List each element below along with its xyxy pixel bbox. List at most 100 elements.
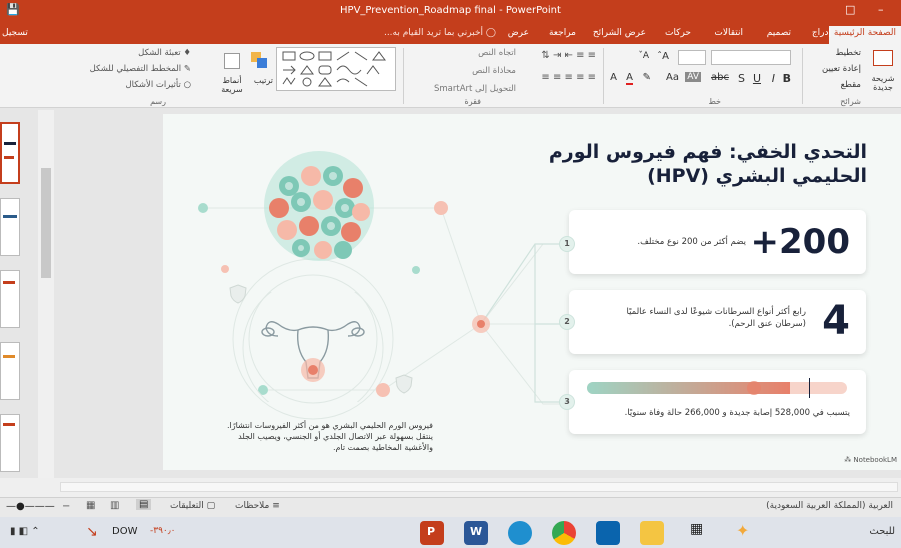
strikethrough-icon[interactable]: abc	[711, 72, 729, 83]
taskbar-tray-icons[interactable]: ▮ ◧ ⌃	[10, 526, 40, 537]
arrange-shape-b	[257, 58, 267, 68]
thumbnail-slide[interactable]	[0, 198, 20, 256]
scrollbar-thumb[interactable]	[41, 168, 51, 278]
watermark: ⁂ NotebookLM	[844, 456, 897, 464]
thumbnail-slide-current[interactable]	[0, 122, 20, 184]
text-direction-button[interactable]: اتجاه النص	[478, 48, 516, 58]
copilot-sparkle-icon[interactable]: ✦	[736, 521, 749, 540]
h-scroll-track[interactable]	[60, 482, 898, 492]
stat-rank-text: رابع أكثر أنواع السرطانات شيوعًا لدى الن…	[626, 307, 806, 329]
taskbar-search[interactable]: للبحث	[869, 526, 895, 537]
grow-font-icon[interactable]: Aˆ	[657, 51, 669, 62]
tab-home[interactable]: الصفحة الرئيسية	[828, 26, 901, 44]
normal-view-icon[interactable]: ▦	[86, 500, 95, 511]
stat-card-rank: 4 رابع أكثر أنواع السرطانات شيوعًا لدى ا…	[569, 290, 866, 354]
stat-card-cases: يتسبب في 528,000 إصابة جديدة و 266,000 ح…	[569, 370, 866, 434]
comments-label: التعليقات	[170, 501, 204, 511]
shapes-gallery-icons	[282, 51, 386, 87]
thumbnail-slide[interactable]	[0, 414, 20, 472]
ribbon-display-icon[interactable]: □	[845, 3, 855, 16]
edge-taskbar-icon[interactable]	[508, 521, 532, 545]
shape-outline-label: المخطط التفصيلي للشكل	[89, 64, 182, 74]
notes-icon: ≡	[272, 501, 280, 511]
shrink-font-icon[interactable]: Aˇ	[638, 51, 649, 61]
zoom-slider[interactable]: —●———	[6, 501, 55, 512]
task-view-icon[interactable]: ▦	[690, 521, 714, 545]
font-name-box[interactable]	[711, 50, 791, 65]
shapes-gallery[interactable]	[276, 47, 396, 91]
tab-slideshow[interactable]: عرض الشرائح	[593, 28, 646, 38]
progress-tick	[809, 378, 810, 398]
thumbnail-slide[interactable]	[0, 342, 20, 400]
font-size-box[interactable]	[678, 50, 706, 65]
notes-label: ملاحظات	[235, 501, 270, 511]
tab-view[interactable]: عرض	[508, 28, 529, 38]
highlight-icon[interactable]: ✎	[643, 72, 651, 83]
list-icons[interactable]: ≡ ≡ ⇤ ⇥ ⇅	[541, 50, 596, 61]
drawing-group-label: رسم	[150, 97, 166, 106]
language-indicator[interactable]: العربية (المملكة العربية السعودية)	[766, 501, 893, 511]
stat-rank-number: 4	[822, 298, 850, 344]
effects-icon: ○	[183, 80, 191, 90]
node-dot	[221, 265, 229, 273]
powerpoint-taskbar-icon[interactable]: P	[420, 521, 444, 545]
share-button[interactable]: تسجيل	[2, 28, 28, 38]
word-taskbar-icon[interactable]: W	[464, 521, 488, 545]
reading-view-icon[interactable]: ▤	[136, 499, 152, 510]
file-explorer-taskbar-icon[interactable]	[640, 521, 664, 545]
shape-outline-button[interactable]: ✎ المخطط التفصيلي للشكل	[90, 64, 191, 74]
shape-effects-button[interactable]: ○ تأثيرات الأشكال	[125, 80, 191, 90]
slide-canvas[interactable]: التحدي الخفي: فهم فيروس الورم الحليمي ال…	[163, 114, 901, 470]
tell-me-search[interactable]: ◯ أخبرني بما تريد القيام به...	[384, 28, 496, 38]
taskbar: ▮ ◧ ⌃ ↘ DOW -٣٩٠٫٠ P W ▦ ✦ للبحث	[0, 517, 901, 548]
font-color-icon[interactable]: A	[626, 72, 633, 85]
section-button[interactable]: مقطع	[841, 80, 861, 90]
notes-button[interactable]: ملاحظات ≡	[235, 501, 280, 511]
node-dot	[477, 320, 485, 328]
slide-title: التحدي الخفي: فهم فيروس الورم الحليمي ال…	[547, 140, 867, 188]
tab-animations[interactable]: حركات	[665, 28, 691, 38]
tab-transitions[interactable]: انتقالات	[714, 28, 743, 38]
cases-progress-bar	[587, 382, 847, 394]
underline-icon[interactable]: U	[753, 72, 761, 85]
stat-card-types: +200 يضم أكثر من 200 نوع مختلف.	[569, 210, 866, 274]
divider	[403, 48, 404, 104]
stat-cases-text: يتسبب في 528,000 إصابة جديدة و 266,000 ح…	[624, 408, 850, 418]
paint-bucket-icon: ♦	[183, 48, 191, 58]
chrome-taskbar-icon[interactable]	[552, 521, 576, 545]
change-case-icon[interactable]: Aa	[666, 72, 679, 83]
shadow-icon[interactable]: S	[738, 72, 745, 85]
char-spacing-icon[interactable]: AV	[685, 72, 701, 82]
layout-button[interactable]: تخطيط	[836, 48, 861, 58]
italic-icon[interactable]: I	[772, 72, 775, 85]
stat-types-text: يضم أكثر من 200 نوع مختلف.	[637, 237, 746, 247]
quick-styles-label: أنماط سريعة	[221, 76, 243, 94]
zoom-icon[interactable]: −	[62, 501, 70, 512]
thumbnail-content	[4, 142, 16, 145]
outlook-taskbar-icon[interactable]	[596, 521, 620, 545]
arrange-icon[interactable]	[249, 50, 271, 72]
tab-review[interactable]: مراجعة	[549, 28, 576, 38]
tab-insert[interactable]: إدراج	[812, 28, 831, 38]
thumbnails-scrollbar[interactable]	[38, 110, 54, 500]
horizontal-scrollbar[interactable]	[0, 478, 901, 497]
reset-button[interactable]: إعادة تعيين	[822, 64, 861, 74]
tab-design[interactable]: تصميم	[767, 28, 791, 38]
stock-change: -٣٩٠٫٠	[150, 526, 176, 536]
align-icons[interactable]: ≡ ≡ ≡ ≡ ≡	[541, 72, 596, 83]
slide-sorter-icon[interactable]: ▥	[110, 500, 119, 511]
clear-format-icon[interactable]: A	[610, 72, 617, 83]
shape-fill-button[interactable]: ♦ تعبئة الشكل	[138, 48, 191, 58]
smartart-button[interactable]: التحويل إلى SmartArt	[434, 84, 516, 94]
quick-styles-icon[interactable]	[221, 50, 243, 72]
shape-fill-label: تعبئة الشكل	[138, 48, 181, 58]
minimize-icon[interactable]: –	[878, 3, 884, 16]
thumbnail-content	[3, 215, 17, 218]
comments-button[interactable]: التعليقات ▢	[170, 501, 215, 511]
slide-title-line2: الحليمي البشري (HPV)	[647, 165, 867, 187]
notebooklm-icon: ⁂	[844, 456, 852, 464]
bold-icon[interactable]: B	[783, 72, 791, 85]
align-text-button[interactable]: محاذاة النص	[472, 66, 516, 76]
thumbnail-slide[interactable]	[0, 270, 20, 328]
stock-ticker[interactable]: DOW	[112, 526, 137, 537]
